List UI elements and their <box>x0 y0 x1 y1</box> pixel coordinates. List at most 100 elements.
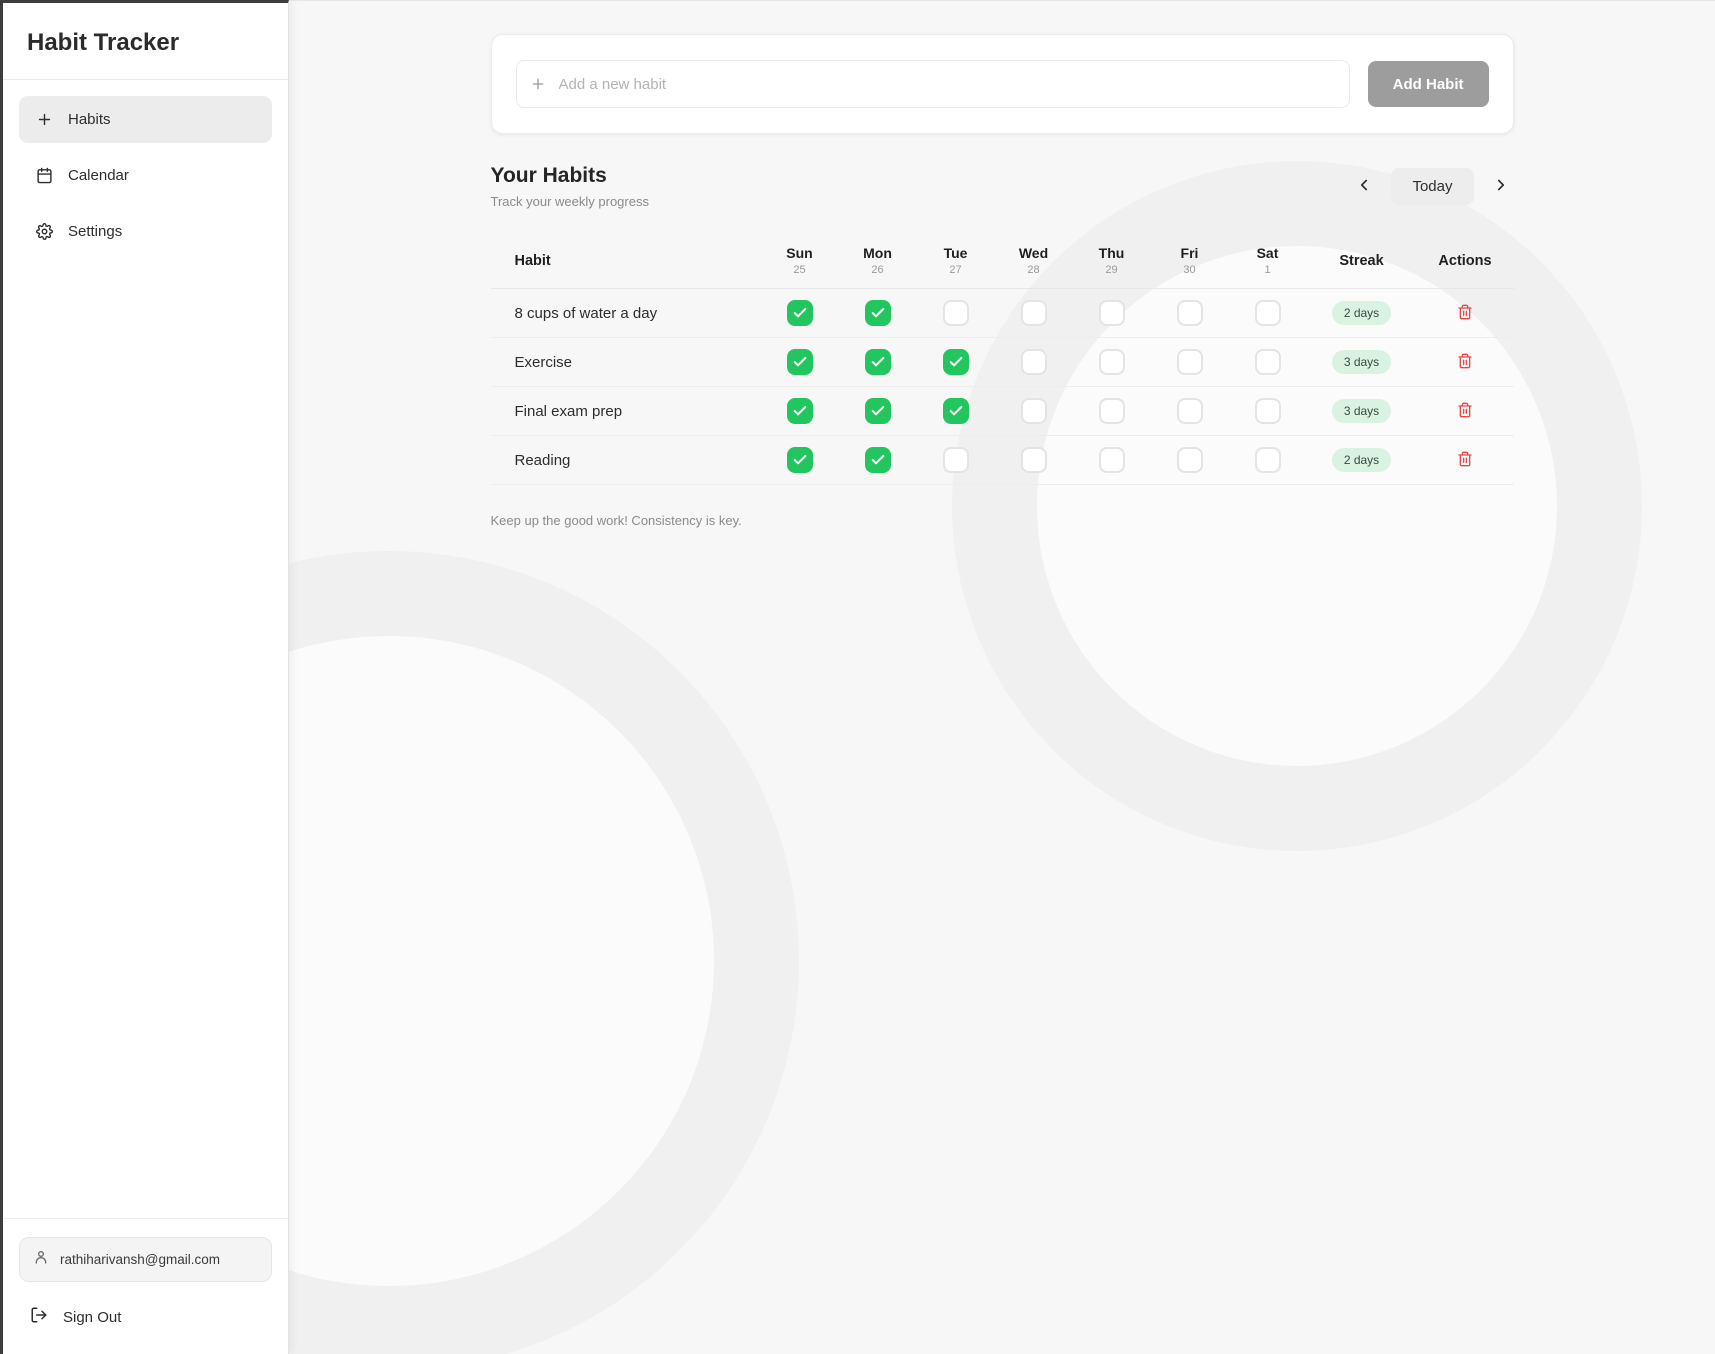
day-column-header-thu: Thu29 <box>1073 245 1151 276</box>
main-content: Add Habit Your Habits Track your weekly … <box>289 0 1715 1354</box>
calendar-icon <box>36 167 53 184</box>
table-row: Final exam prep3 days <box>491 387 1514 436</box>
trash-icon <box>1457 304 1473 320</box>
day-check-cell <box>839 300 917 326</box>
habit-checkbox[interactable] <box>787 300 813 326</box>
day-check-cell <box>1151 398 1229 424</box>
check-icon <box>870 403 886 419</box>
day-name: Tue <box>917 245 995 261</box>
gear-icon <box>36 223 53 240</box>
habit-checkbox[interactable] <box>1177 300 1203 326</box>
delete-habit-button[interactable] <box>1454 448 1476 470</box>
habit-checkbox[interactable] <box>943 398 969 424</box>
habit-checkbox[interactable] <box>1177 398 1203 424</box>
habit-name: Exercise <box>491 354 761 371</box>
app-title: Habit Tracker <box>3 3 288 79</box>
habit-checkbox[interactable] <box>787 398 813 424</box>
add-habit-card: Add Habit <box>491 34 1514 134</box>
habit-checkbox[interactable] <box>1177 447 1203 473</box>
add-habit-button[interactable]: Add Habit <box>1368 61 1489 107</box>
habit-checkbox[interactable] <box>1255 349 1281 375</box>
day-check-cell <box>1151 447 1229 473</box>
sign-out-label: Sign Out <box>63 1309 121 1326</box>
section-subtitle: Track your weekly progress <box>491 194 649 209</box>
habit-checkbox[interactable] <box>1021 349 1047 375</box>
day-name: Mon <box>839 245 917 261</box>
day-check-cell <box>917 349 995 375</box>
table-row: 8 cups of water a day2 days <box>491 289 1514 338</box>
habit-checkbox[interactable] <box>1021 398 1047 424</box>
habit-checkbox[interactable] <box>943 349 969 375</box>
day-date: 29 <box>1073 264 1151 276</box>
day-name: Fri <box>1151 245 1229 261</box>
streak-badge: 2 days <box>1332 448 1391 472</box>
check-icon <box>948 403 964 419</box>
day-column-header-fri: Fri 30 <box>1151 245 1229 276</box>
day-check-cell <box>995 300 1073 326</box>
sidebar-item-settings[interactable]: Settings <box>19 208 272 255</box>
habit-checkbox[interactable] <box>1021 447 1047 473</box>
actions-column-header: Actions <box>1417 253 1514 269</box>
habit-column-header: Habit <box>491 253 761 269</box>
habit-checkbox[interactable] <box>1177 349 1203 375</box>
table-row: Exercise 3 days <box>491 338 1514 387</box>
next-week-button[interactable] <box>1488 172 1514 201</box>
section-title: Your Habits <box>491 164 649 188</box>
habit-checkbox[interactable] <box>865 398 891 424</box>
habit-checkbox[interactable] <box>1099 398 1125 424</box>
check-icon <box>870 354 886 370</box>
day-check-cell <box>839 398 917 424</box>
habit-checkbox[interactable] <box>1099 349 1125 375</box>
habit-checkbox[interactable] <box>865 300 891 326</box>
today-button[interactable]: Today <box>1391 168 1473 205</box>
day-check-cell <box>1151 349 1229 375</box>
habit-checkbox[interactable] <box>1255 300 1281 326</box>
day-column-header-wed: Wed28 <box>995 245 1073 276</box>
sidebar-item-habits[interactable]: Habits <box>19 96 272 143</box>
trash-icon <box>1457 353 1473 369</box>
day-check-cell <box>839 349 917 375</box>
habit-checkbox[interactable] <box>1021 300 1047 326</box>
check-icon <box>792 403 808 419</box>
section-heading: Your Habits Track your weekly progress <box>491 164 649 209</box>
streak-cell: 2 days <box>1307 301 1417 325</box>
habit-checkbox[interactable] <box>1099 447 1125 473</box>
day-check-cell <box>917 300 995 326</box>
log-out-icon <box>30 1306 48 1328</box>
check-icon <box>870 305 886 321</box>
day-check-cell <box>995 349 1073 375</box>
chevron-left-icon <box>1355 176 1373 197</box>
day-check-cell <box>1229 300 1307 326</box>
habit-checkbox[interactable] <box>1255 398 1281 424</box>
previous-week-button[interactable] <box>1351 172 1377 201</box>
habit-checkbox[interactable] <box>1099 300 1125 326</box>
actions-cell <box>1417 399 1514 423</box>
habit-checkbox[interactable] <box>865 349 891 375</box>
habits-table-body: 8 cups of water a day2 days Exercise 3 day… <box>491 289 1514 485</box>
habit-checkbox[interactable] <box>943 300 969 326</box>
day-date: 30 <box>1151 264 1229 276</box>
habit-checkbox[interactable] <box>865 447 891 473</box>
motivation-note: Keep up the good work! Consistency is ke… <box>491 513 1514 528</box>
day-check-cell <box>1073 349 1151 375</box>
habit-checkbox[interactable] <box>1255 447 1281 473</box>
day-check-cell <box>761 349 839 375</box>
habit-checkbox[interactable] <box>943 447 969 473</box>
sidebar-item-calendar[interactable]: Calendar <box>19 152 272 199</box>
streak-badge: 3 days <box>1332 350 1391 374</box>
habit-checkbox[interactable] <box>787 447 813 473</box>
day-check-cell <box>1229 447 1307 473</box>
delete-habit-button[interactable] <box>1454 399 1476 421</box>
add-habit-input[interactable] <box>516 60 1350 108</box>
delete-habit-button[interactable] <box>1454 350 1476 372</box>
user-email: rathiharivansh@gmail.com <box>60 1252 220 1267</box>
habits-table: Habit Sun25Mon26Tue27Wed28Thu29Fri30Sat1… <box>491 235 1514 485</box>
day-check-cell <box>917 398 995 424</box>
habit-checkbox[interactable] <box>787 349 813 375</box>
streak-badge: 3 days <box>1332 399 1391 423</box>
sidebar: Habit Tracker Habits Calendar Settings <box>0 0 289 1354</box>
sign-out-button[interactable]: Sign Out <box>19 1306 272 1328</box>
day-check-cell <box>1073 447 1151 473</box>
streak-cell: 3 days <box>1307 399 1417 423</box>
delete-habit-button[interactable] <box>1454 301 1476 323</box>
